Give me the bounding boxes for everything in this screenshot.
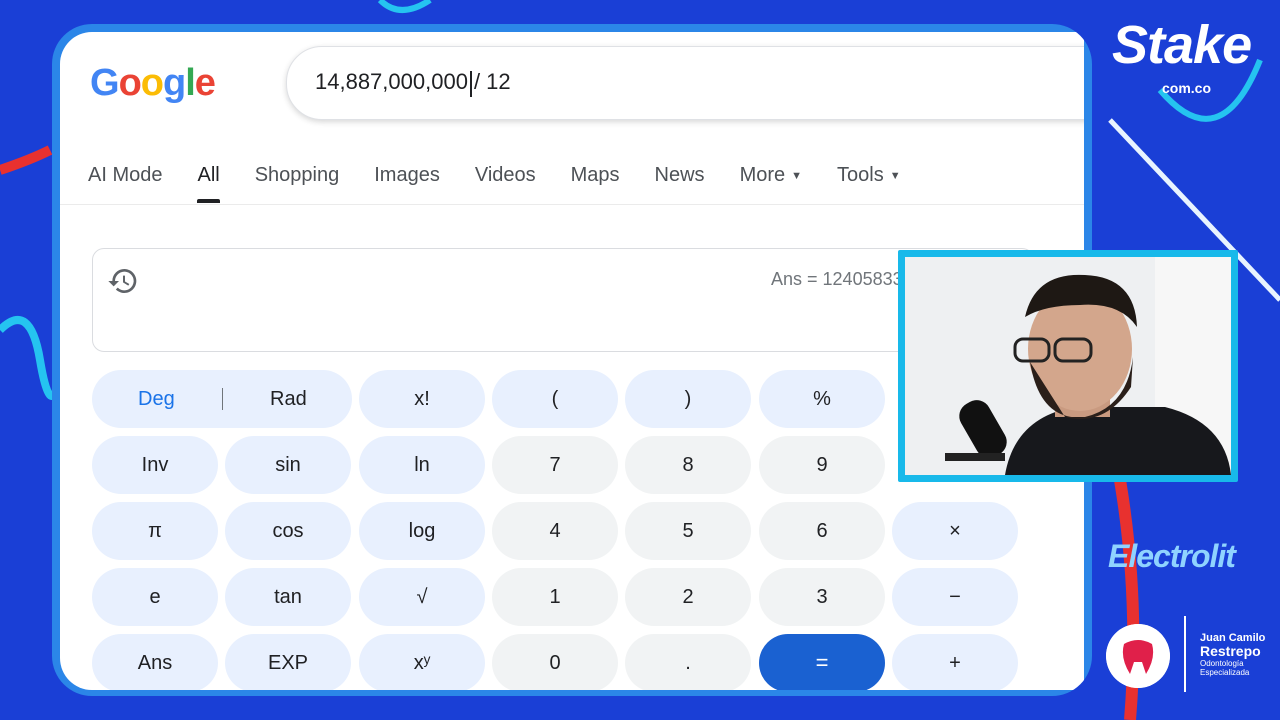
tab-tools[interactable]: Tools ▼: [837, 160, 901, 203]
digit-2-button[interactable]: 2: [625, 568, 751, 626]
ans-button[interactable]: Ans: [92, 634, 218, 690]
toggle-separator: [222, 388, 223, 410]
webcam-overlay: [898, 250, 1238, 482]
equals-button[interactable]: =: [759, 634, 885, 690]
tabs-divider: [60, 204, 1084, 205]
calculator-display: Ans = 12405833: [92, 248, 1034, 352]
chevron-down-icon: ▼: [791, 169, 803, 182]
deg-rad-toggle[interactable]: Deg Rad: [92, 370, 352, 428]
tooth-logo-icon: [1106, 624, 1170, 688]
sqrt-button[interactable]: √: [359, 568, 485, 626]
digit-7-button[interactable]: 7: [492, 436, 618, 494]
history-icon[interactable]: [107, 265, 139, 297]
jcr-sub-line1: Odontología: [1200, 659, 1244, 668]
logo-divider: [1184, 616, 1186, 692]
digit-1-button[interactable]: 1: [492, 568, 618, 626]
previous-answer: Ans = 12405833: [771, 269, 903, 289]
tab-maps[interactable]: Maps: [571, 160, 620, 203]
minus-button[interactable]: −: [892, 568, 1018, 626]
tab-news[interactable]: News: [655, 160, 705, 203]
cos-button[interactable]: cos: [225, 502, 351, 560]
e-button[interactable]: e: [92, 568, 218, 626]
ln-button[interactable]: ln: [359, 436, 485, 494]
jcr-brand: Juan Camilo Restrepo Odontología Especia…: [1200, 632, 1265, 677]
tab-images[interactable]: Images: [374, 160, 440, 203]
tab-ai-mode[interactable]: AI Mode: [88, 160, 162, 203]
chevron-down-icon: ▼: [889, 169, 901, 182]
sin-button[interactable]: sin: [225, 436, 351, 494]
text-caret: [469, 70, 472, 97]
digit-0-button[interactable]: 0: [492, 634, 618, 690]
digit-6-button[interactable]: 6: [759, 502, 885, 560]
factorial-button[interactable]: x!: [359, 370, 485, 428]
digit-8-button[interactable]: 8: [625, 436, 751, 494]
digit-9-button[interactable]: 9: [759, 436, 885, 494]
search-input[interactable]: 14,887,000,000/ 12: [286, 46, 1084, 120]
stake-logo: Stake: [1112, 15, 1252, 75]
rad-option[interactable]: Rad: [270, 388, 307, 411]
digit-3-button[interactable]: 3: [759, 568, 885, 626]
open-paren-button[interactable]: (: [492, 370, 618, 428]
tan-button[interactable]: tan: [225, 568, 351, 626]
jcr-name-line2: Restrepo: [1200, 643, 1261, 659]
power-button[interactable]: xʸ: [359, 634, 485, 690]
decimal-button[interactable]: .: [625, 634, 751, 690]
tab-shopping[interactable]: Shopping: [255, 160, 340, 203]
search-tabs: AI Mode All Shopping Images Videos Maps …: [88, 160, 936, 203]
close-paren-button[interactable]: ): [625, 370, 751, 428]
tab-videos[interactable]: Videos: [475, 160, 536, 203]
tab-more[interactable]: More ▼: [740, 160, 802, 203]
jcr-sub-line2: Especializada: [1200, 668, 1250, 677]
digit-5-button[interactable]: 5: [625, 502, 751, 560]
pi-button[interactable]: π: [92, 502, 218, 560]
multiply-button[interactable]: ×: [892, 502, 1018, 560]
digit-4-button[interactable]: 4: [492, 502, 618, 560]
percent-button[interactable]: %: [759, 370, 885, 428]
stake-domain: com.co: [1162, 80, 1212, 96]
plus-button[interactable]: +: [892, 634, 1018, 690]
exp-button[interactable]: EXP: [225, 634, 351, 690]
google-logo[interactable]: Google: [90, 62, 216, 105]
webcam-feed: [905, 257, 1231, 475]
inv-button[interactable]: Inv: [92, 436, 218, 494]
deg-option[interactable]: Deg: [138, 388, 175, 411]
log-button[interactable]: log: [359, 502, 485, 560]
electrolit-logo: Electrolit: [1108, 538, 1236, 574]
search-query[interactable]: 14,887,000,000/ 12: [315, 69, 511, 97]
tab-all[interactable]: All: [197, 160, 220, 203]
